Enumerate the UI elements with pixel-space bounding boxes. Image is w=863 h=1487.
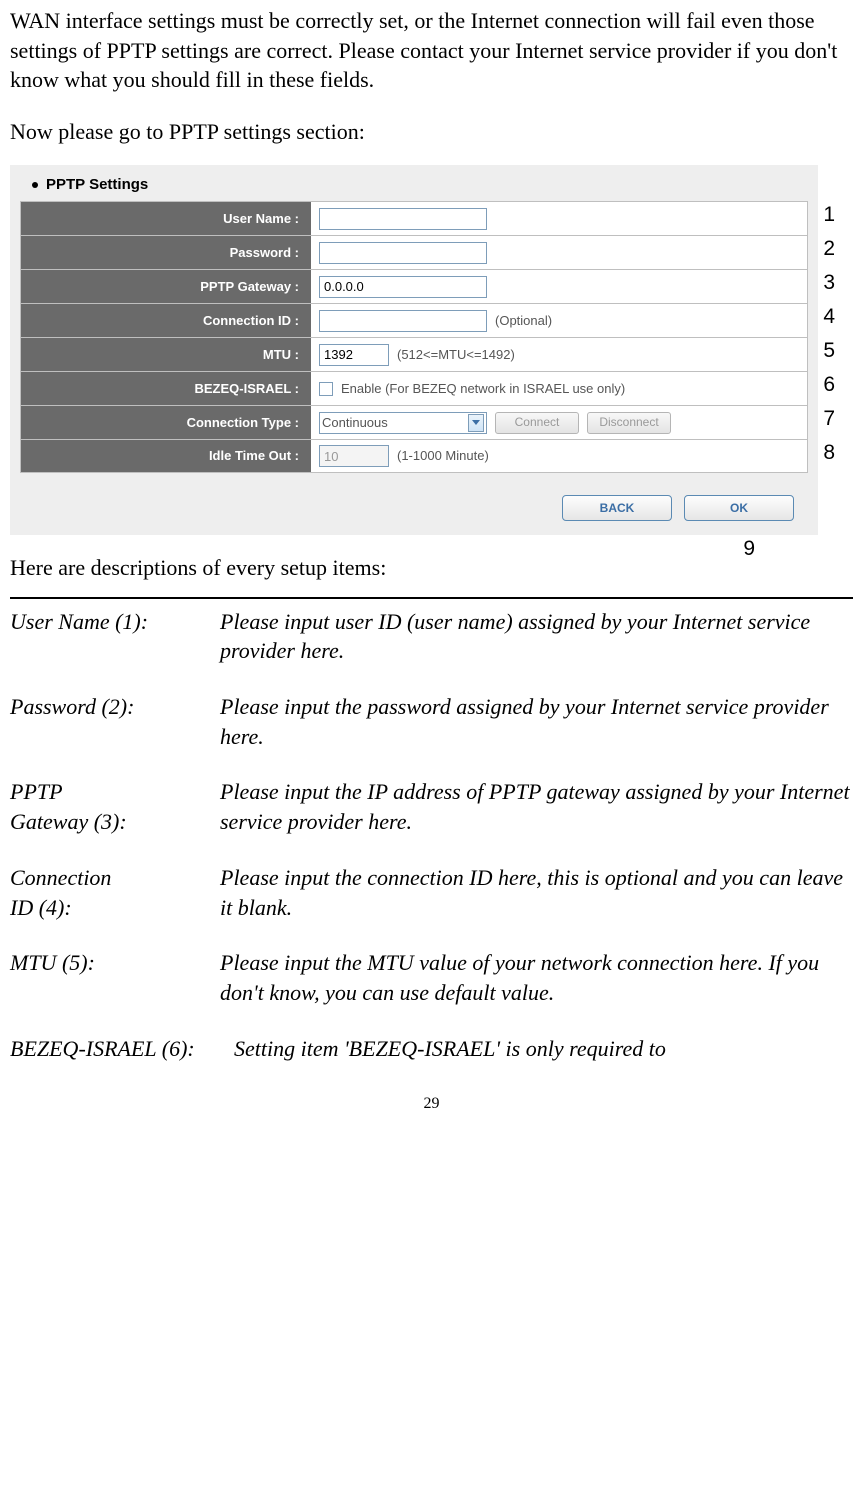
page-number: 29 [10,1093,853,1115]
figure-title: PPTP Settings [20,171,808,201]
def-desc: Please input the connection ID here, thi… [220,863,853,922]
label-mtu: MTU : [21,338,311,371]
gateway-input[interactable] [319,276,487,298]
ok-button[interactable]: OK [684,495,794,521]
callout-7: 7 [823,405,835,433]
idle-hint: (1-1000 Minute) [397,447,489,465]
divider [10,597,853,599]
password-input[interactable] [319,242,487,264]
connid-hint: (Optional) [495,312,552,330]
def-term: User Name (1): [10,607,220,666]
label-username: User Name : [21,202,311,235]
def-desc: Please input the password assigned by yo… [220,692,853,751]
label-password: Password : [21,236,311,269]
connid-input[interactable] [319,310,487,332]
label-bezeq: BEZEQ-ISRAEL : [21,372,311,405]
term-line1: Connection [10,865,111,890]
label-conntype: Connection Type : [21,406,311,439]
back-button[interactable]: BACK [562,495,672,521]
callout-1: 1 [823,201,835,229]
def-username: User Name (1): Please input user ID (use… [10,607,853,666]
callout-6: 6 [823,371,835,399]
term-line1: PPTP [10,779,63,804]
def-desc: Please input the MTU value of your netwo… [220,948,853,1007]
button-row: BACK OK [20,473,808,527]
idle-input[interactable] [319,445,389,467]
definitions-list: User Name (1): Please input user ID (use… [10,607,853,1064]
label-gateway: PPTP Gateway : [21,270,311,303]
callout-2: 2 [823,235,835,263]
callout-8: 8 [823,439,835,467]
connect-button[interactable]: Connect [495,412,579,434]
callout-3: 3 [823,269,835,297]
intro-paragraph: WAN interface settings must be correctly… [10,6,853,95]
def-password: Password (2): Please input the password … [10,692,853,751]
def-term: Connection ID (4): [10,863,220,922]
mtu-hint: (512<=MTU<=1492) [397,346,515,364]
figure-title-text: PPTP Settings [46,176,148,193]
def-gateway: PPTP Gateway (3): Please input the IP ad… [10,777,853,836]
def-desc: Please input the IP address of PPTP gate… [220,777,853,836]
term-line2: ID (4): [10,895,72,920]
term-line2: Gateway (3): [10,809,127,834]
row-bezeq: BEZEQ-ISRAEL : Enable (For BEZEQ network… [20,371,808,405]
descriptions-lead: Here are descriptions of every setup ite… [10,553,853,583]
bezeq-checkbox[interactable] [319,382,333,396]
label-idle: Idle Time Out : [21,440,311,472]
row-connid: Connection ID : (Optional) [20,303,808,337]
row-username: User Name : [20,201,808,235]
bezeq-hint: Enable (For BEZEQ network in ISRAEL use … [341,380,625,398]
disconnect-button[interactable]: Disconnect [587,412,671,434]
def-mtu: MTU (5): Please input the MTU value of y… [10,948,853,1007]
callout-9: 9 [743,535,755,563]
def-term: PPTP Gateway (3): [10,777,220,836]
row-mtu: MTU : (512<=MTU<=1492) [20,337,808,371]
chevron-down-icon [468,414,484,432]
form-area: User Name : Password : PPTP Gateway : Co… [20,201,808,473]
def-term: BEZEQ-ISRAEL (6): [10,1034,234,1064]
conntype-value: Continuous [322,414,388,432]
callout-4: 4 [823,303,835,331]
username-input[interactable] [319,208,487,230]
conntype-select[interactable]: Continuous [319,412,487,434]
mtu-input[interactable] [319,344,389,366]
def-connid: Connection ID (4): Please input the conn… [10,863,853,922]
row-gateway: PPTP Gateway : [20,269,808,303]
def-bezeq: BEZEQ-ISRAEL (6): Setting item 'BEZEQ-IS… [10,1034,853,1064]
callout-5: 5 [823,337,835,365]
lead-paragraph: Now please go to PPTP settings section: [10,117,853,147]
label-connid: Connection ID : [21,304,311,337]
def-term: Password (2): [10,692,220,751]
row-conntype: Connection Type : Continuous Connect Dis… [20,405,808,439]
def-desc: Setting item 'BEZEQ-ISRAEL' is only requ… [234,1034,853,1064]
row-idle: Idle Time Out : (1-1000 Minute) [20,439,808,473]
def-desc: Please input user ID (user name) assigne… [220,607,853,666]
pptp-settings-figure: PPTP Settings User Name : Password : PPT… [10,165,853,535]
row-password: Password : [20,235,808,269]
def-term: MTU (5): [10,948,220,1007]
